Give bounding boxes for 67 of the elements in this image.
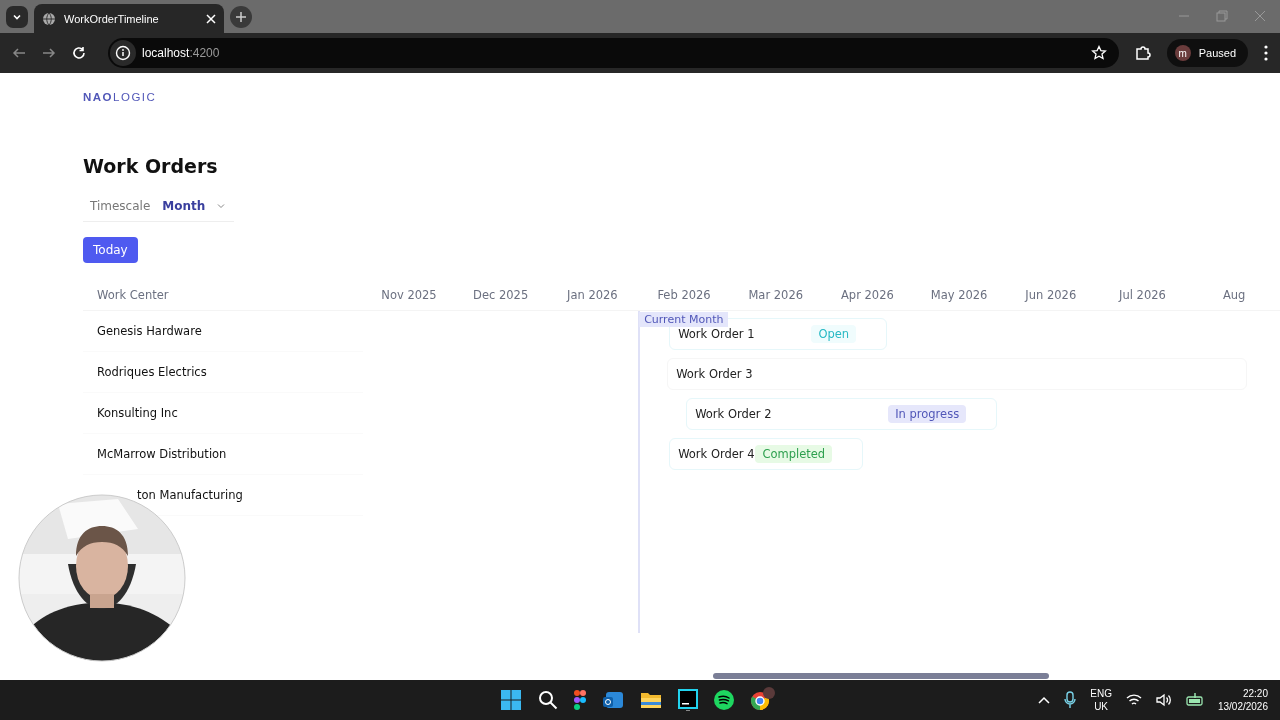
work-order-name: Work Order 4 (678, 447, 755, 461)
speaker-icon[interactable] (1155, 693, 1172, 707)
logo: NAOLOGIC (83, 91, 157, 103)
puzzle-icon[interactable] (1134, 45, 1151, 61)
work-order-name: Work Order 1 (678, 327, 755, 341)
clock-date[interactable]: 13/02/2026 (1217, 700, 1268, 713)
browser-tab[interactable]: WorkOrderTimeline (34, 4, 224, 33)
address-bar[interactable]: localhost:4200 (108, 38, 1119, 68)
work-order-bar[interactable]: Work Order 3 (667, 358, 1248, 390)
status-badge: In progress (888, 405, 967, 423)
tab-list-button[interactable] (6, 5, 28, 28)
month-label: Jul 2026 (1119, 288, 1166, 302)
status-badge: Completed (755, 445, 833, 463)
language-text[interactable]: UK (1094, 700, 1109, 713)
microphone-icon[interactable] (1064, 691, 1077, 709)
reload-icon[interactable] (72, 46, 86, 60)
mail-icon[interactable] (602, 690, 624, 710)
profile-avatar: m (1174, 45, 1191, 61)
work-center-name: Rodriques Electrics (97, 365, 207, 379)
month-label: Jun 2026 (1025, 288, 1077, 302)
month-label: May 2026 (930, 288, 988, 302)
profile-button[interactable]: m Paused (1166, 39, 1248, 67)
status-badge: Open (811, 325, 857, 343)
work-center-name: ton Manufacturing (137, 488, 243, 502)
work-order-name: Work Order 2 (695, 407, 772, 421)
chevron-up-icon[interactable] (1038, 696, 1051, 704)
search-icon[interactable] (538, 690, 558, 710)
work-order-bar[interactable]: Work Order 2 In progress (686, 398, 998, 430)
tab-title: WorkOrderTimeline (64, 12, 160, 25)
url-text: localhost:4200 (142, 46, 221, 60)
work-center-name: McMarrow Distribution (97, 447, 227, 461)
wifi-icon[interactable] (1125, 693, 1142, 707)
column-header: Work Center (97, 288, 169, 302)
star-icon[interactable] (1090, 45, 1107, 61)
menu-icon[interactable] (1264, 45, 1268, 61)
work-order-bar[interactable]: Work Order 4 Completed (669, 438, 864, 470)
month-label: Aug (1222, 288, 1246, 302)
work-center-name: Genesis Hardware (97, 324, 202, 338)
browser-icon[interactable] (750, 687, 776, 713)
month-label: Apr 2026 (841, 288, 894, 302)
current-month-label: Current Month (639, 312, 729, 327)
folder-icon[interactable] (640, 691, 662, 709)
work-center-name: Konsulting Inc (97, 406, 178, 420)
battery-icon[interactable] (1185, 693, 1204, 707)
today-button[interactable]: Today (83, 237, 138, 263)
back-icon[interactable] (12, 46, 26, 60)
month-label: Dec 2025 (473, 288, 529, 302)
forward-icon[interactable] (42, 46, 56, 60)
ide-icon[interactable] (678, 689, 698, 711)
music-app-icon[interactable] (714, 690, 734, 710)
month-label: Feb 2026 (657, 288, 711, 302)
shapes-icon[interactable] (574, 690, 586, 710)
timescale-select[interactable]: Timescale Month (83, 189, 234, 222)
globe-icon (42, 11, 56, 26)
month-label: Mar 2026 (748, 288, 804, 302)
work-order-name: Work Order 3 (676, 367, 753, 381)
windows-icon[interactable] (500, 689, 522, 711)
page-title: Work Orders (83, 155, 219, 177)
chevron-icon (217, 203, 226, 209)
month-label: Jan 2026 (567, 288, 618, 302)
scrollbar-thumb[interactable] (713, 673, 1049, 679)
clock-time[interactable]: 22:20 (1242, 687, 1268, 700)
language-text[interactable]: ENG (1090, 687, 1112, 700)
month-label: Nov 2025 (381, 288, 437, 302)
info-icon[interactable] (110, 40, 136, 66)
plus-icon (235, 10, 247, 23)
new-tab-button[interactable] (230, 5, 252, 28)
